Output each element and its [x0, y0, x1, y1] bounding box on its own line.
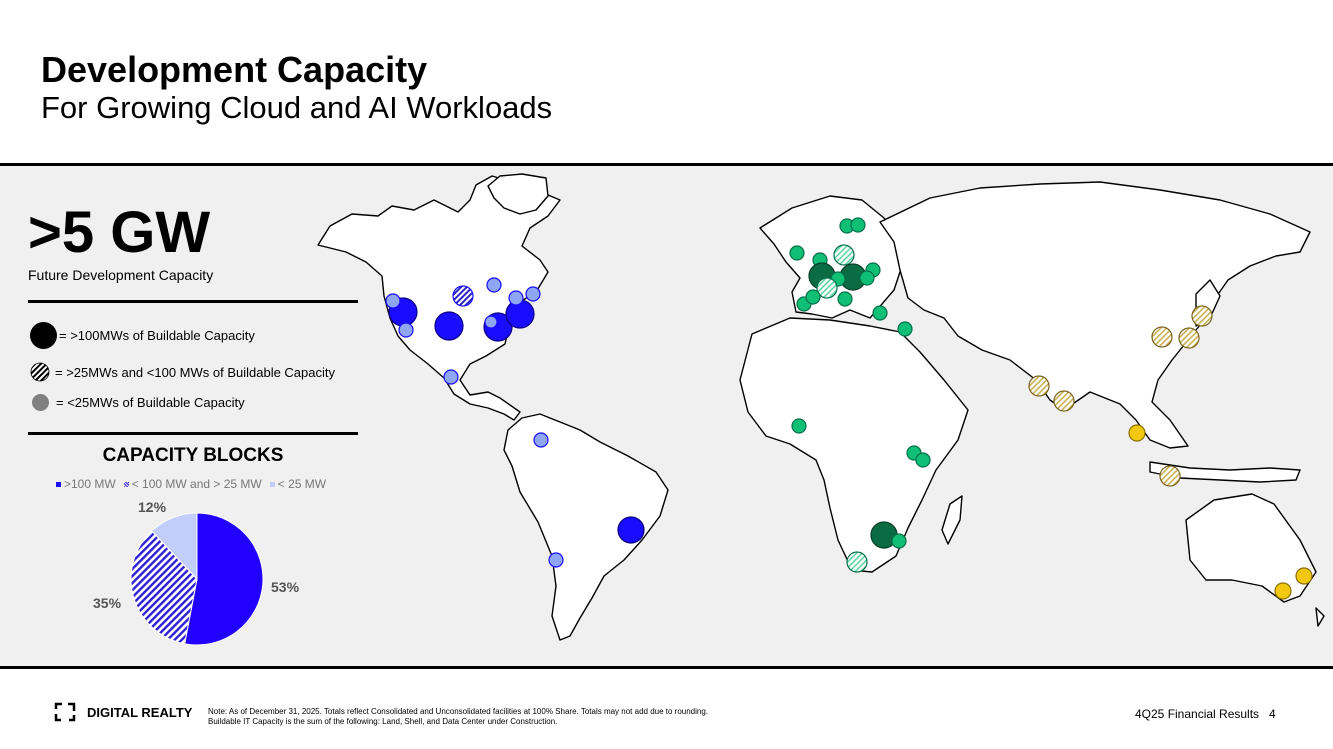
legend-entry: >100 MW: [56, 477, 116, 491]
legend-large-label: = >100MWs of Buildable Capacity: [59, 328, 255, 343]
site-medium: [1028, 375, 1050, 397]
footer-note: Note: As of December 31, 2025. Totals re…: [208, 707, 708, 727]
pie-legend: >100 MW < 100 MW and > 25 MW < 25 MW: [56, 477, 326, 491]
legend-medium: = >25MWs and <100 MWs of Buildable Capac…: [30, 362, 335, 382]
new-zealand-landmass: [1315, 607, 1325, 627]
site-medium: [846, 551, 868, 573]
site-small: [484, 315, 498, 329]
legend-entry: < 25 MW: [269, 477, 327, 491]
site-small: [508, 290, 524, 306]
small-circle-icon: [32, 394, 49, 411]
site-small: [891, 533, 907, 549]
headline-value: >5 GW: [28, 200, 211, 265]
site-small: [915, 452, 931, 468]
site-medium: [1159, 465, 1181, 487]
large-circle-icon: [30, 322, 57, 349]
site-small: [791, 418, 807, 434]
site-small: [443, 369, 459, 385]
site-small: [837, 291, 853, 307]
report-name: 4Q25 Financial Results: [1135, 707, 1260, 721]
legend-entry-label: < 25 MW: [277, 477, 327, 491]
site-medium: [833, 244, 855, 266]
legend-small: = <25MWs of Buildable Capacity: [30, 394, 245, 411]
site-small: [872, 305, 888, 321]
madagascar-landmass: [941, 495, 963, 545]
africa-landmass: [739, 317, 969, 573]
site-small: [486, 277, 502, 293]
site-small: [385, 293, 401, 309]
headline-caption: Future Development Capacity: [28, 267, 214, 283]
legend-entry: < 100 MW and > 25 MW: [123, 477, 262, 491]
site-small: [533, 432, 549, 448]
pie-label: 53%: [271, 579, 300, 595]
site-medium: [1053, 390, 1075, 412]
legend-swatch: [123, 482, 129, 488]
site-medium: [1151, 326, 1173, 348]
site-small: [398, 322, 414, 338]
site-small: [850, 217, 866, 233]
legend-swatch: [56, 482, 61, 488]
brand-name: DIGITAL REALTY: [87, 704, 193, 720]
site-small: [805, 289, 821, 305]
legend-swatch: [269, 482, 275, 488]
australia-landmass: [1185, 493, 1317, 603]
footer-note-line: Buildable IT Capacity is the sum of the …: [208, 717, 558, 726]
site-small: [859, 270, 875, 286]
site-small: [1128, 424, 1146, 442]
europe-landmass: [759, 195, 903, 319]
pie-label: 12%: [138, 499, 167, 515]
capacity-pie-chart: [130, 512, 264, 646]
legend-large: = >100MWs of Buildable Capacity: [30, 322, 255, 349]
brand-logo: DIGITAL REALTY: [54, 702, 193, 722]
site-small: [1295, 567, 1313, 585]
site-small: [1274, 582, 1292, 600]
site-medium: [452, 285, 474, 307]
site-large: [434, 311, 464, 341]
site-medium: [1191, 305, 1213, 327]
page-number: 4: [1269, 707, 1276, 721]
site-small: [789, 245, 805, 261]
divider: [28, 300, 358, 303]
legend-entry-label: >100 MW: [64, 477, 116, 491]
logo-icon: [54, 702, 76, 722]
site-small: [548, 552, 564, 568]
site-medium: [1178, 327, 1200, 349]
chart-title: CAPACITY BLOCKS: [102, 445, 284, 466]
legend-medium-label: = >25MWs and <100 MWs of Buildable Capac…: [55, 364, 336, 380]
hatched-circle-icon: [30, 362, 50, 382]
site-small: [525, 286, 541, 302]
pie-label: 35%: [93, 595, 122, 611]
divider: [28, 432, 358, 435]
footer-note-line: Note: As of December 31, 2025. Totals re…: [208, 707, 709, 716]
legend-small-label: = <25MWs of Buildable Capacity: [56, 395, 245, 410]
legend-entry-label: < 100 MW and > 25 MW: [131, 477, 262, 491]
site-large: [617, 516, 645, 544]
site-small: [897, 321, 913, 337]
